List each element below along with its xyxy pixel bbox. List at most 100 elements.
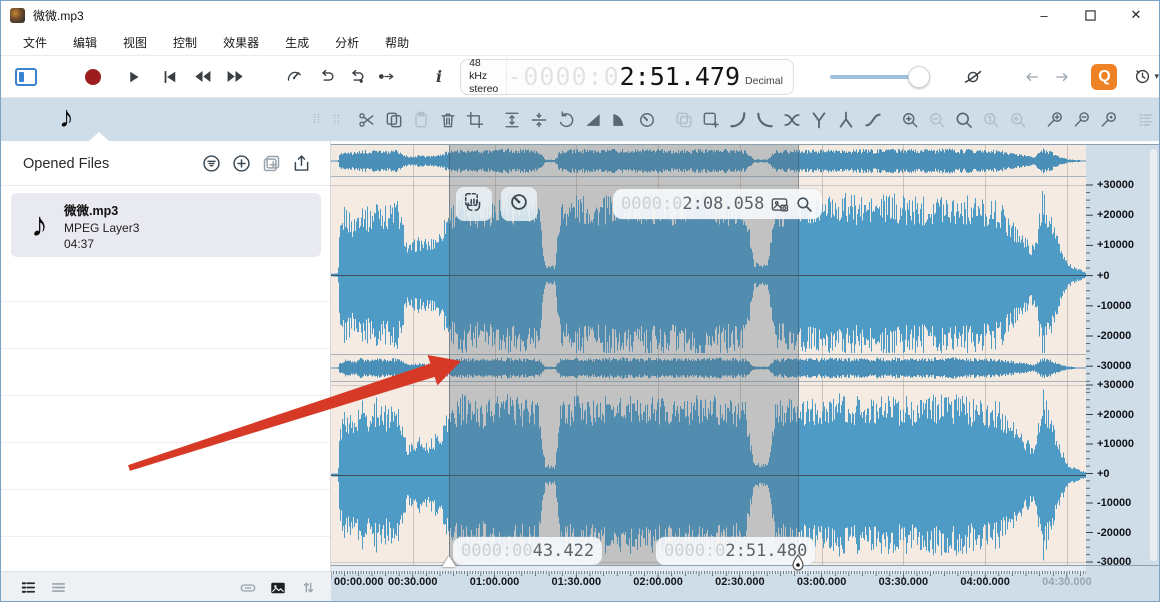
skip-to-start-button[interactable] — [161, 68, 179, 86]
nav-forward-button[interactable] — [1053, 68, 1071, 86]
split-button[interactable] — [805, 110, 832, 130]
export-file-button[interactable] — [286, 153, 316, 174]
delete-button[interactable] — [434, 110, 461, 130]
effects-list-button[interactable] — [1132, 110, 1159, 130]
file-name: 微微.mp3 — [64, 200, 139, 219]
duplicate-file-button[interactable] — [256, 153, 286, 174]
playback-speed-button[interactable] — [285, 67, 304, 86]
history-caret-icon[interactable]: ▾ — [1154, 71, 1159, 82]
add-selection-button[interactable] — [697, 110, 724, 130]
menu-item-7[interactable]: 帮助 — [372, 30, 422, 55]
close-button[interactable]: ✕ — [1113, 1, 1159, 29]
waveform-view[interactable]: 0000:02:08.058 0000:0043.422 0000:02:51.… — [331, 144, 1086, 566]
filter-files-button[interactable] — [196, 153, 226, 174]
menu-item-5[interactable]: 生成 — [272, 30, 322, 55]
ruler-tick-label: 03:30.000 — [879, 576, 929, 588]
fast-forward-button[interactable] — [226, 67, 245, 86]
file-list-item[interactable]: ♪ 微微.mp3 MPEG Layer3 04:37 — [11, 193, 321, 257]
gain-knob-button[interactable] — [633, 110, 660, 130]
paste-button[interactable] — [407, 110, 434, 130]
toolbar-drag-handle[interactable]: ⦙⦙ — [331, 110, 343, 130]
menu-item-4[interactable]: 效果器 — [210, 30, 272, 55]
menu-item-3[interactable]: 控制 — [160, 30, 210, 55]
merge-button[interactable] — [832, 110, 859, 130]
compact-view-button[interactable] — [43, 579, 73, 596]
file-format: MPEG Layer3 — [64, 221, 139, 235]
play-from-cursor-button[interactable] — [377, 67, 396, 86]
snapshot-icon[interactable] — [770, 195, 789, 214]
selection-start-display[interactable]: 0000:0043.422 — [453, 537, 602, 565]
menu-item-1[interactable]: 编辑 — [60, 30, 110, 55]
sort-files-button[interactable] — [293, 579, 323, 596]
menu-item-0[interactable]: 文件 — [10, 30, 60, 55]
cut-button[interactable] — [353, 110, 380, 130]
magnifier-icon[interactable] — [795, 195, 814, 214]
vertical-scrollbar[interactable] — [1150, 149, 1157, 561]
ruler-tick-label: 04:00.000 — [960, 576, 1010, 588]
toolbar-drag-handle[interactable]: ⦙⦙ — [311, 109, 323, 129]
channel2-tick-label: +10000 — [1097, 438, 1134, 450]
normalize-button[interactable] — [525, 110, 552, 130]
selection-start-edge[interactable] — [449, 145, 450, 566]
list-view-button[interactable] — [13, 579, 43, 596]
curve-down-button[interactable] — [751, 110, 778, 130]
zoom-one-to-one-button[interactable] — [977, 110, 1004, 130]
selection-length-display[interactable]: 0000:02:08.058 — [613, 189, 822, 219]
selection-start-marker[interactable] — [442, 556, 456, 567]
crossfade-button[interactable] — [778, 110, 805, 130]
playhead-marker[interactable] — [790, 554, 806, 579]
fade-out-button[interactable] — [606, 110, 633, 130]
menu-item-2[interactable]: 视图 — [110, 30, 160, 55]
file-tab-note-icon[interactable]: ♪ — [59, 101, 74, 135]
main-toolbar: i 48 kHz stereo -0000:02:51.479 Decimal … — [1, 56, 1159, 98]
vertical-zoom-reset-button[interactable] — [1095, 110, 1122, 130]
volume-slider-knob[interactable] — [908, 66, 930, 88]
curve-up-button[interactable] — [724, 110, 751, 130]
play-button[interactable] — [125, 68, 143, 86]
thumbnail-view-button[interactable] — [263, 579, 293, 597]
fade-in-button[interactable] — [579, 110, 606, 130]
amplify-button[interactable] — [498, 110, 525, 130]
hand-select-button[interactable] — [456, 187, 492, 221]
minimize-button[interactable]: – — [1021, 1, 1067, 29]
ruler-tick-label: 01:30.000 — [552, 576, 602, 588]
monitoring-button[interactable] — [963, 67, 983, 87]
toggle-sidebar-button[interactable] — [15, 68, 37, 86]
record-button[interactable] — [85, 69, 101, 85]
loop-selection-button[interactable] — [347, 67, 366, 86]
trim-button[interactable] — [461, 110, 488, 130]
zoom-out-button[interactable] — [923, 110, 950, 130]
add-file-button[interactable] — [226, 153, 256, 174]
current-time: 2:51.479 — [620, 62, 740, 91]
level-knob-button[interactable] — [501, 187, 537, 221]
smooth-curve-button[interactable] — [859, 110, 886, 130]
loop-button[interactable] — [317, 67, 336, 86]
time-display[interactable]: 48 kHz stereo -0000:02:51.479 Decimal — [460, 59, 794, 95]
zoom-selection-button[interactable] — [950, 110, 977, 130]
history-button[interactable] — [1133, 67, 1152, 86]
rewind-button[interactable] — [193, 67, 212, 86]
nav-back-button[interactable] — [1023, 68, 1041, 86]
selection-start-value: 43.422 — [533, 541, 594, 561]
ruler-tick-label: 00:30.000 — [388, 576, 438, 588]
vertical-zoom-out-button[interactable] — [1068, 110, 1095, 130]
time-ruler[interactable]: 00:00.00000:30.00001:00.00001:30.00002:0… — [331, 566, 1160, 602]
vertical-zoom-in-button[interactable] — [1041, 110, 1068, 130]
ruler-tick-label: 02:30.000 — [715, 576, 765, 588]
channel1-tick-label: +30000 — [1097, 179, 1134, 191]
reverse-button[interactable] — [552, 110, 579, 130]
copy-button[interactable] — [380, 110, 407, 130]
info-button[interactable]: i — [436, 67, 442, 86]
ocenaudio-q-button[interactable]: Q — [1091, 64, 1117, 90]
menu-item-6[interactable]: 分析 — [322, 30, 372, 55]
duplicate-button[interactable] — [670, 110, 697, 130]
hand-select-icon — [463, 191, 485, 218]
zoom-in-button[interactable] — [896, 110, 923, 130]
zoom-back-button[interactable] — [1004, 110, 1031, 130]
q-logo-icon: Q — [1091, 64, 1117, 90]
record-icon — [85, 69, 101, 85]
channel2-tick-label: -20000 — [1097, 527, 1131, 539]
volume-slider[interactable] — [830, 66, 917, 88]
link-channels-button[interactable] — [233, 579, 263, 597]
maximize-button[interactable] — [1067, 1, 1113, 29]
